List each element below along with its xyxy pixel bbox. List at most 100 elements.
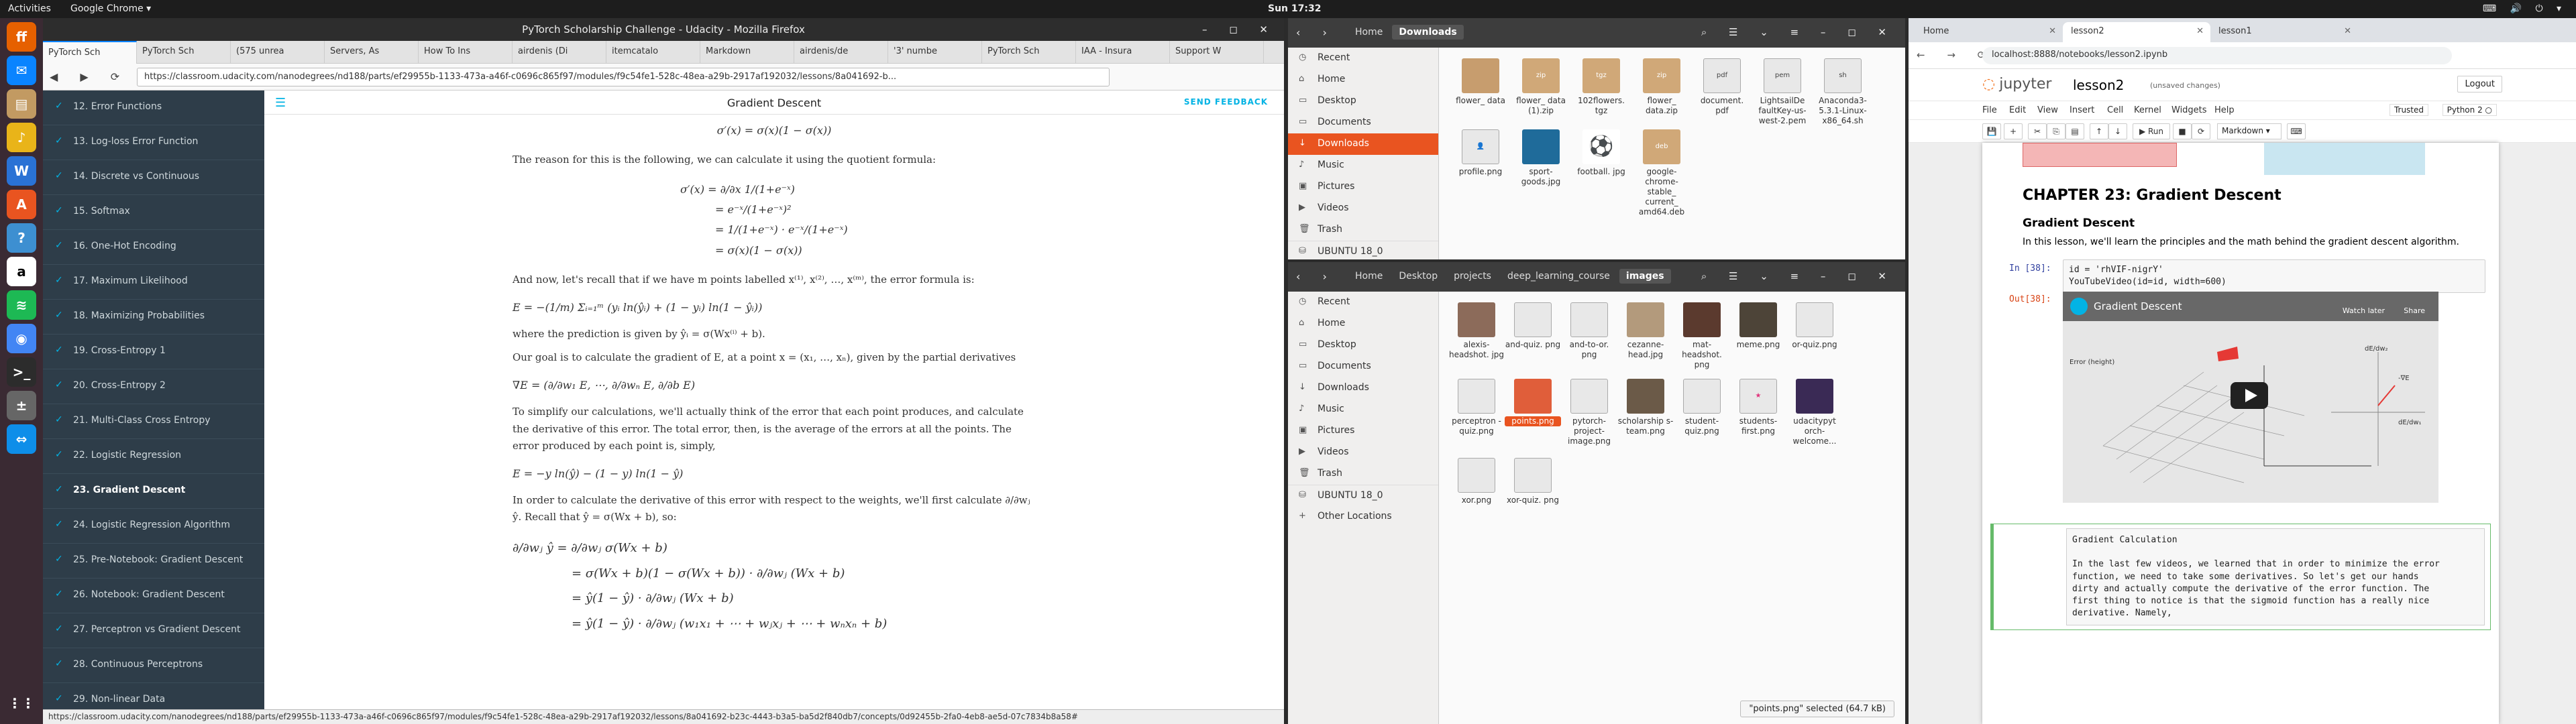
- file-item[interactable]: pytorch- project- image.png: [1561, 379, 1617, 446]
- sidebar-item[interactable]: ✓ 20. Cross-Entropy 2: [43, 369, 264, 404]
- code-cell[interactable]: id = 'rhVIF-nigrY' YouTubeVideo(id=id, w…: [2063, 259, 2485, 294]
- add-cell-icon[interactable]: +: [2004, 123, 2023, 139]
- stop-icon[interactable]: ■: [2173, 123, 2192, 139]
- sidebar-item-drive[interactable]: ⛁ UBUNTU 18_0: [1288, 485, 1438, 506]
- help-icon[interactable]: ?: [7, 223, 36, 253]
- browser-tab[interactable]: airdenis/de: [794, 41, 888, 64]
- browser-tab-active[interactable]: lesson2 ✕: [2063, 22, 2210, 42]
- youtube-video-embed[interactable]: Gradient Descent Watch later Share Error…: [2063, 292, 2438, 503]
- terminal-icon[interactable]: >_: [7, 357, 36, 387]
- libreoffice-writer-icon[interactable]: W: [7, 156, 36, 186]
- sidebar-item-drive[interactable]: ⛁ UBUNTU 18_0: [1288, 241, 1438, 262]
- browser-tab[interactable]: PyTorch Sch: [982, 41, 1076, 64]
- markdown-edit-cell[interactable]: Gradient Calculation In the last few vid…: [1990, 524, 2491, 631]
- menu-kernel[interactable]: Kernel: [2134, 105, 2161, 115]
- menu-insert[interactable]: Insert: [2070, 105, 2094, 115]
- file-item[interactable]: udacitypyt orch- welcome...: [1786, 379, 1843, 446]
- app-menu[interactable]: Google Chrome ▾: [70, 3, 151, 14]
- cell-type-select[interactable]: Markdown ▾: [2217, 123, 2282, 139]
- browser-tab[interactable]: Markdown: [700, 41, 794, 64]
- run-button[interactable]: ▶ Run: [2133, 123, 2170, 139]
- file-item[interactable]: flower_ data: [1452, 58, 1509, 106]
- sidebar-item[interactable]: ✓ 12. Error Functions: [43, 90, 264, 125]
- browser-tab[interactable]: (575 unrea: [231, 41, 325, 64]
- sidebar-item-downloads[interactable]: ↓ Downloads: [1288, 133, 1438, 155]
- browser-tab[interactable]: Support W: [1170, 41, 1264, 64]
- file-item[interactable]: pem LightsailDe faultKey-us- west-2.pem: [1754, 58, 1811, 126]
- sidebar-item-trash[interactable]: 🗑 Trash: [1288, 219, 1438, 241]
- breadcrumb-projects[interactable]: projects: [1447, 269, 1498, 284]
- nav-buttons[interactable]: ‹ ›: [1296, 270, 1336, 283]
- sidebar-item[interactable]: ✓ 13. Log-loss Error Function: [43, 125, 264, 160]
- browser-tab[interactable]: Servers, As: [325, 41, 419, 64]
- close-icon[interactable]: ✕: [2344, 26, 2351, 36]
- file-item[interactable]: perceptron -quiz.png: [1448, 379, 1505, 436]
- rhythmbox-icon[interactable]: ♪: [7, 123, 36, 152]
- menu-edit[interactable]: Edit: [2009, 105, 2026, 115]
- browser-tab[interactable]: airdenis (Di: [513, 41, 606, 64]
- sidebar-item[interactable]: ✓ 18. Maximizing Probabilities: [43, 300, 264, 335]
- watch-later-button[interactable]: Watch later: [2343, 306, 2385, 315]
- files-icon[interactable]: ▤: [7, 89, 36, 119]
- menu-file[interactable]: File: [1982, 105, 1997, 115]
- file-item[interactable]: xor-quiz. png: [1505, 458, 1561, 505]
- header-tools[interactable]: ⌕ ☰ ⌄ ≡ – ◻ ✕: [1701, 26, 1896, 38]
- close-icon[interactable]: ✕: [2196, 26, 2204, 36]
- file-item[interactable]: ⚽ football. jpg: [1573, 129, 1629, 177]
- nav-buttons[interactable]: ‹ ›: [1296, 26, 1336, 39]
- sidebar-item-home[interactable]: ⌂ Home: [1288, 69, 1438, 90]
- notebook-name[interactable]: lesson2: [2073, 77, 2124, 93]
- jupyter-logo[interactable]: ◌ jupyter: [1982, 76, 2051, 93]
- sidebar-item-home[interactable]: ⌂ Home: [1288, 313, 1438, 335]
- calculator-icon[interactable]: ±: [7, 391, 36, 420]
- file-item[interactable]: mat- headshot. png: [1674, 302, 1730, 370]
- sidebar-item-desktop[interactable]: ▭ Desktop: [1288, 90, 1438, 112]
- breadcrumb-home[interactable]: Home: [1348, 25, 1389, 40]
- breadcrumb-desktop[interactable]: Desktop: [1392, 269, 1444, 284]
- save-icon[interactable]: 💾: [1982, 123, 2001, 139]
- file-item[interactable]: deb google- chrome- stable_ current_ amd6…: [1633, 129, 1690, 217]
- show-apps-icon[interactable]: ⋮⋮: [7, 688, 36, 718]
- file-item-selected[interactable]: points.png: [1505, 379, 1561, 426]
- sidebar-item[interactable]: ✓ 15. Softmax: [43, 195, 264, 230]
- file-item[interactable]: zip flower_ data.zip: [1633, 58, 1690, 116]
- spotify-icon[interactable]: ≋: [7, 290, 36, 320]
- chrome-icon[interactable]: ◉: [7, 324, 36, 353]
- sidebar-item[interactable]: ✓ 19. Cross-Entropy 1: [43, 335, 264, 369]
- activities-button[interactable]: Activities: [8, 3, 51, 14]
- file-item[interactable]: alexis- headshot. jpg: [1448, 302, 1505, 360]
- browser-tab[interactable]: itemcatalo: [606, 41, 700, 64]
- amazon-icon[interactable]: a: [7, 257, 36, 286]
- file-item[interactable]: and-quiz. png: [1505, 302, 1561, 350]
- sidebar-item-recent[interactable]: ◷ Recent: [1288, 292, 1438, 313]
- sidebar-item-desktop[interactable]: ▭ Desktop: [1288, 335, 1438, 356]
- browser-tab[interactable]: How To Ins: [419, 41, 513, 64]
- sidebar-item[interactable]: ✓ 14. Discrete vs Continuous: [43, 160, 264, 195]
- sidebar-item-documents[interactable]: ▭ Documents: [1288, 356, 1438, 377]
- move-up-icon[interactable]: ↑: [2090, 123, 2108, 139]
- file-item[interactable]: meme.png: [1730, 302, 1786, 350]
- trusted-badge[interactable]: Trusted: [2389, 104, 2428, 116]
- sidebar-item-pictures[interactable]: ▣ Pictures: [1288, 176, 1438, 198]
- browser-tab[interactable]: Home ✕: [1915, 22, 2063, 42]
- browser-tab[interactable]: '3' numbe: [888, 41, 982, 64]
- file-item[interactable]: pdf document. pdf: [1694, 58, 1750, 116]
- file-item[interactable]: sh Anaconda3- 5.3.1-Linux- x86_64.sh: [1815, 58, 1871, 126]
- file-item[interactable]: student- quiz.png: [1674, 379, 1730, 436]
- teamviewer-icon[interactable]: ⇔: [7, 424, 36, 454]
- logout-button[interactable]: Logout: [2457, 76, 2502, 93]
- file-item[interactable]: sport- goods.jpg: [1513, 129, 1569, 187]
- sidebar-item[interactable]: ✓ 25. Pre-Notebook: Gradient Descent: [43, 544, 264, 579]
- close-icon[interactable]: ✕: [2049, 26, 2056, 36]
- file-item[interactable]: scholarship s-team.png: [1617, 379, 1674, 436]
- sidebar-item[interactable]: ✓ 24. Logistic Regression Algorithm: [43, 509, 264, 544]
- sidebar-item-music[interactable]: ♪ Music: [1288, 155, 1438, 176]
- sidebar-item-documents[interactable]: ▭ Documents: [1288, 112, 1438, 133]
- file-item[interactable]: xor.png: [1448, 458, 1505, 505]
- keyboard-icon[interactable]: ⌨: [2287, 123, 2306, 139]
- browser-tab[interactable]: PyTorch Sch: [137, 41, 231, 64]
- sidebar-item-downloads[interactable]: ↓ Downloads: [1288, 377, 1438, 399]
- file-item[interactable]: or-quiz.png: [1786, 302, 1843, 350]
- breadcrumb-downloads[interactable]: Downloads: [1392, 25, 1464, 40]
- file-item[interactable]: and-to-or. png: [1561, 302, 1617, 360]
